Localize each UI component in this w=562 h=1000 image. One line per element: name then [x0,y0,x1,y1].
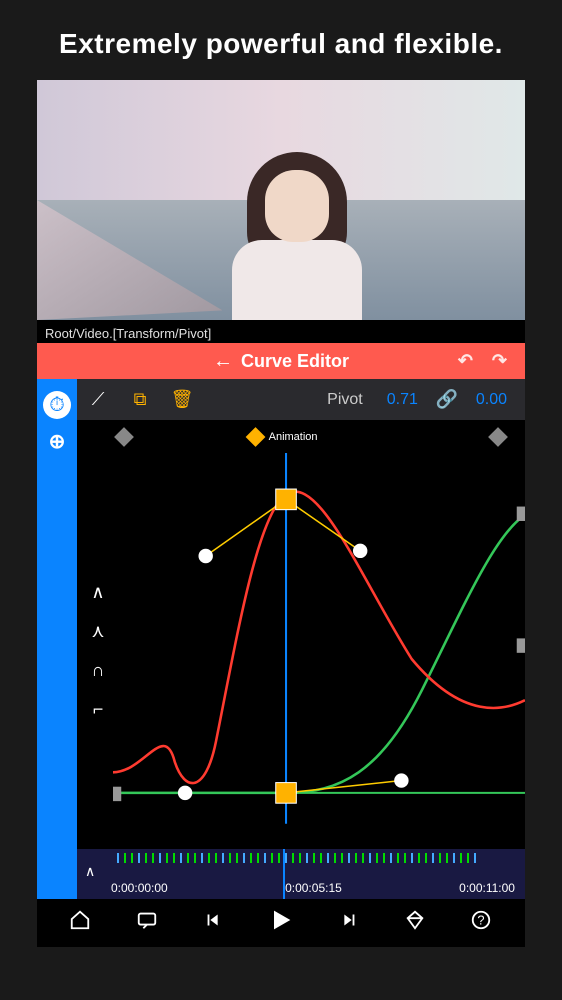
param-value-2[interactable]: 0.00 [466,391,517,409]
titlebar: ← Curve Editor ↶ ↷ [37,343,525,379]
link-icon[interactable]: 🔗 [432,389,462,410]
trash-icon[interactable]: 🗑 [161,389,203,410]
editor-main: ⟋ ⧉ 🗑 Pivot 0.71 🔗 0.00 Animation [77,379,525,899]
app-frame: Root/Video.[Transform/Pivot] ← Curve Edi… [37,80,525,947]
curve-svg[interactable] [113,453,525,824]
keyframe-marker[interactable] [114,427,134,447]
redo-button[interactable]: ↷ [492,351,507,372]
premium-button[interactable] [395,909,435,937]
curve-canvas[interactable]: ∧ ⋏ ∩ ⌐ [77,453,525,849]
param-toolbar: ⟋ ⧉ 🗑 Pivot 0.71 🔗 0.00 [77,379,525,421]
param-label-pivot: Pivot [317,391,373,409]
keyframe-marker[interactable] [488,427,508,447]
add-keyframe-button[interactable]: ⊕ [43,427,71,455]
page-title: Curve Editor [241,351,349,372]
timeline-ticks [77,853,525,867]
timer-icon[interactable]: ⏱ [43,391,71,419]
breadcrumb: Root/Video.[Transform/Pivot] [37,320,525,343]
keyframe-marker-active[interactable] [246,427,266,447]
step-forward-button[interactable] [328,909,368,937]
play-button[interactable] [261,906,301,941]
undo-button[interactable]: ↶ [458,351,473,372]
back-icon[interactable]: ← [213,350,233,373]
curve-tool-linear[interactable]: ∧ [83,582,113,603]
copy-icon[interactable]: ⧉ [119,389,161,410]
video-preview[interactable] [37,80,525,320]
home-button[interactable] [60,909,100,937]
curve-tool-bezier[interactable]: ∩ [83,660,113,681]
bottom-nav: ? [37,899,525,947]
svg-text:?: ? [478,913,485,928]
editor-body: ⏱ ⊕ ⟋ ⧉ 🗑 Pivot 0.71 🔗 0.00 Animation [37,379,525,899]
help-button[interactable]: ? [461,909,501,937]
graph-icon[interactable]: ⟋ [77,389,119,410]
curve-tool-step[interactable]: ⌐ [83,699,113,720]
curve-tools: ∧ ⋏ ∩ ⌐ [77,453,113,849]
keyframe-track[interactable]: Animation [77,421,525,453]
marketing-headline: Extremely powerful and flexible. [0,0,562,80]
left-rail: ⏱ ⊕ [37,379,77,899]
curve-tool-ease[interactable]: ⋏ [83,621,113,642]
time-start: 0:00:00:00 [111,881,168,895]
param-value-1[interactable]: 0.71 [377,391,428,409]
step-back-button[interactable] [194,909,234,937]
timeline[interactable]: ∧ [77,849,525,899]
time-current: 0:00:05:15 [285,881,342,895]
keyframe-label: Animation [269,431,318,443]
time-end: 0:00:11:00 [459,881,515,895]
comment-button[interactable] [127,909,167,937]
